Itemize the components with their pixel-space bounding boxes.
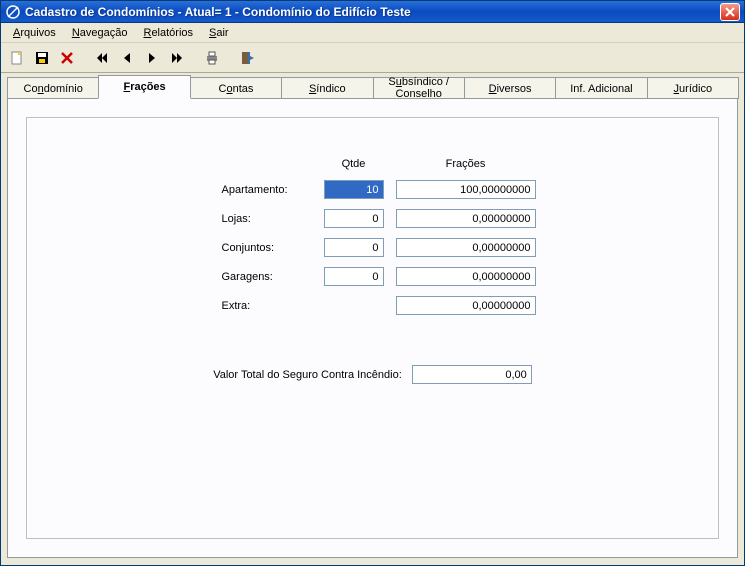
- label-garagens: Garagens:: [222, 271, 312, 283]
- menu-navegacao[interactable]: Navegação: [64, 25, 136, 41]
- print-icon: [204, 50, 220, 66]
- new-button[interactable]: [5, 47, 28, 69]
- header-qtde: Qtde: [324, 158, 384, 170]
- input-conjuntos-fracao[interactable]: [396, 238, 536, 257]
- input-apartamento-qtde[interactable]: [324, 180, 384, 199]
- nav-last-button[interactable]: [165, 47, 188, 69]
- close-button[interactable]: [720, 3, 740, 21]
- delete-icon: [59, 50, 75, 66]
- new-icon: [9, 50, 25, 66]
- tab-condominio[interactable]: Condomínio: [7, 77, 99, 99]
- nav-first-button[interactable]: [90, 47, 113, 69]
- window-title: Cadastro de Condomínios - Atual= 1 - Con…: [25, 5, 720, 19]
- menu-sair[interactable]: Sair: [201, 25, 237, 41]
- menu-relatorios[interactable]: Relatórios: [135, 25, 201, 41]
- close-icon: [725, 7, 735, 17]
- delete-button[interactable]: [55, 47, 78, 69]
- label-conjuntos: Conjuntos:: [222, 242, 312, 254]
- label-extra: Extra:: [222, 300, 312, 312]
- tab-subsindico[interactable]: Subsíndico /Conselho: [373, 77, 465, 99]
- nav-first-icon: [94, 50, 110, 66]
- nav-prev-icon: [119, 50, 135, 66]
- exit-icon: [239, 50, 255, 66]
- tab-inf-adicional[interactable]: Inf. Adicional: [555, 77, 647, 99]
- input-lojas-qtde[interactable]: [324, 209, 384, 228]
- input-apartamento-fracao[interactable]: [396, 180, 536, 199]
- nav-prev-button[interactable]: [115, 47, 138, 69]
- menubar: Arquivos Navegação Relatórios Sair: [1, 23, 744, 43]
- fracoes-grid: Qtde Frações Apartamento: Lojas: Conjunt…: [222, 158, 524, 315]
- input-garagens-qtde[interactable]: [324, 267, 384, 286]
- print-button[interactable]: [200, 47, 223, 69]
- exit-button[interactable]: [235, 47, 258, 69]
- label-insurance: Valor Total do Seguro Contra Incêndio:: [213, 369, 402, 381]
- tab-contas[interactable]: Contas: [190, 77, 282, 99]
- input-garagens-fracao[interactable]: [396, 267, 536, 286]
- menu-arquivos[interactable]: Arquivos: [5, 25, 64, 41]
- save-icon: [34, 50, 50, 66]
- input-conjuntos-qtde[interactable]: [324, 238, 384, 257]
- fracoes-panel: Qtde Frações Apartamento: Lojas: Conjunt…: [26, 117, 719, 539]
- header-fracoes: Frações: [396, 158, 536, 170]
- save-button[interactable]: [30, 47, 53, 69]
- input-extra-fracao[interactable]: [396, 296, 536, 315]
- tabstrip: Condomínio Frações Contas Síndico Subsín…: [1, 73, 744, 99]
- app-icon: [5, 4, 21, 20]
- titlebar: Cadastro de Condomínios - Atual= 1 - Con…: [1, 1, 744, 23]
- tab-panel: Qtde Frações Apartamento: Lojas: Conjunt…: [7, 98, 738, 558]
- input-lojas-fracao[interactable]: [396, 209, 536, 228]
- input-insurance-value[interactable]: [412, 365, 532, 384]
- tab-diversos[interactable]: Diversos: [464, 77, 556, 99]
- toolbar: [1, 43, 744, 73]
- nav-next-icon: [144, 50, 160, 66]
- tab-juridico[interactable]: Jurídico: [647, 77, 739, 99]
- nav-next-button[interactable]: [140, 47, 163, 69]
- insurance-row: Valor Total do Seguro Contra Incêndio:: [47, 365, 698, 384]
- label-lojas: Lojas:: [222, 213, 312, 225]
- nav-last-icon: [169, 50, 185, 66]
- tab-sindico[interactable]: Síndico: [281, 77, 373, 99]
- label-apartamento: Apartamento:: [222, 184, 312, 196]
- app-window: Cadastro de Condomínios - Atual= 1 - Con…: [0, 0, 745, 566]
- tab-fracoes[interactable]: Frações: [98, 75, 190, 99]
